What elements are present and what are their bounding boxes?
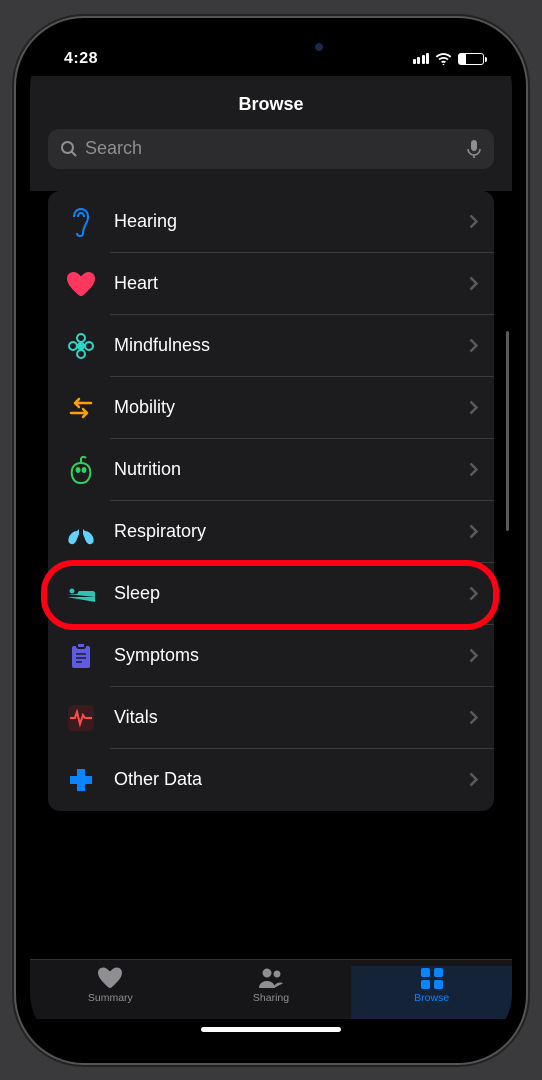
- notch: [171, 32, 371, 62]
- tab-browse[interactable]: Browse: [351, 966, 512, 1019]
- status-icons: [413, 51, 485, 67]
- chevron-right-icon: [469, 400, 478, 415]
- battery-icon: [458, 53, 484, 65]
- category-list: Hearing Heart Mindfulness: [48, 191, 494, 811]
- lungs-icon: [64, 515, 98, 549]
- ecg-icon: [64, 701, 98, 735]
- category-label: Heart: [114, 273, 469, 294]
- tab-label: Summary: [88, 992, 133, 1004]
- heart-fill-icon: [96, 966, 124, 990]
- cellular-signal-icon: [413, 53, 430, 64]
- arrows-icon: [64, 391, 98, 425]
- tab-summary[interactable]: Summary: [30, 966, 191, 1019]
- chevron-right-icon: [469, 462, 478, 477]
- chevron-right-icon: [469, 710, 478, 725]
- chevron-right-icon: [469, 524, 478, 539]
- category-label: Vitals: [114, 707, 469, 728]
- category-label: Other Data: [114, 769, 469, 790]
- list-item-symptoms[interactable]: Symptoms: [48, 625, 494, 687]
- flower-icon: [64, 329, 98, 363]
- status-time: 4:28: [64, 50, 98, 68]
- list-item-nutrition[interactable]: Nutrition: [48, 439, 494, 501]
- category-label: Hearing: [114, 211, 469, 232]
- list-item-sleep[interactable]: Sleep: [48, 563, 494, 625]
- wifi-icon: [435, 51, 452, 67]
- list-item-mobility[interactable]: Mobility: [48, 377, 494, 439]
- screen: 4:28 Browse Hearing: [30, 32, 512, 1049]
- list-item-mindfulness[interactable]: Mindfulness: [48, 315, 494, 377]
- plus-icon: [64, 763, 98, 797]
- category-label: Symptoms: [114, 645, 469, 666]
- search-bar[interactable]: [48, 129, 494, 169]
- page-header: Browse: [30, 76, 512, 191]
- clipboard-icon: [64, 639, 98, 673]
- category-label: Respiratory: [114, 521, 469, 542]
- tab-bar: Summary Sharing Browse: [30, 959, 512, 1019]
- bed-icon: [64, 577, 98, 611]
- people-icon: [257, 966, 285, 990]
- chevron-right-icon: [469, 648, 478, 663]
- search-icon: [60, 140, 78, 158]
- content-area: Hearing Heart Mindfulness: [30, 191, 512, 959]
- list-item-vitals[interactable]: Vitals: [48, 687, 494, 749]
- tab-label: Sharing: [253, 992, 289, 1004]
- list-item-respiratory[interactable]: Respiratory: [48, 501, 494, 563]
- microphone-icon[interactable]: [466, 139, 482, 159]
- chevron-right-icon: [469, 772, 478, 787]
- chevron-right-icon: [469, 276, 478, 291]
- category-label: Nutrition: [114, 459, 469, 480]
- chevron-right-icon: [469, 338, 478, 353]
- ear-icon: [64, 205, 98, 239]
- category-label: Mindfulness: [114, 335, 469, 356]
- home-indicator-area: [30, 1019, 512, 1049]
- category-label: Sleep: [114, 583, 469, 604]
- heart-icon: [64, 267, 98, 301]
- tab-label: Browse: [414, 992, 449, 1004]
- category-label: Mobility: [114, 397, 469, 418]
- chevron-right-icon: [469, 586, 478, 601]
- search-input[interactable]: [85, 138, 466, 159]
- chevron-right-icon: [469, 214, 478, 229]
- list-item-other[interactable]: Other Data: [48, 749, 494, 811]
- scroll-indicator[interactable]: [506, 331, 509, 531]
- phone-frame: 4:28 Browse Hearing: [16, 18, 526, 1063]
- apple-icon: [64, 453, 98, 487]
- list-item-hearing[interactable]: Hearing: [48, 191, 494, 253]
- home-indicator[interactable]: [201, 1027, 341, 1032]
- tab-sharing[interactable]: Sharing: [191, 966, 352, 1019]
- grid-icon: [418, 966, 446, 990]
- page-title: Browse: [30, 94, 512, 115]
- list-item-heart[interactable]: Heart: [48, 253, 494, 315]
